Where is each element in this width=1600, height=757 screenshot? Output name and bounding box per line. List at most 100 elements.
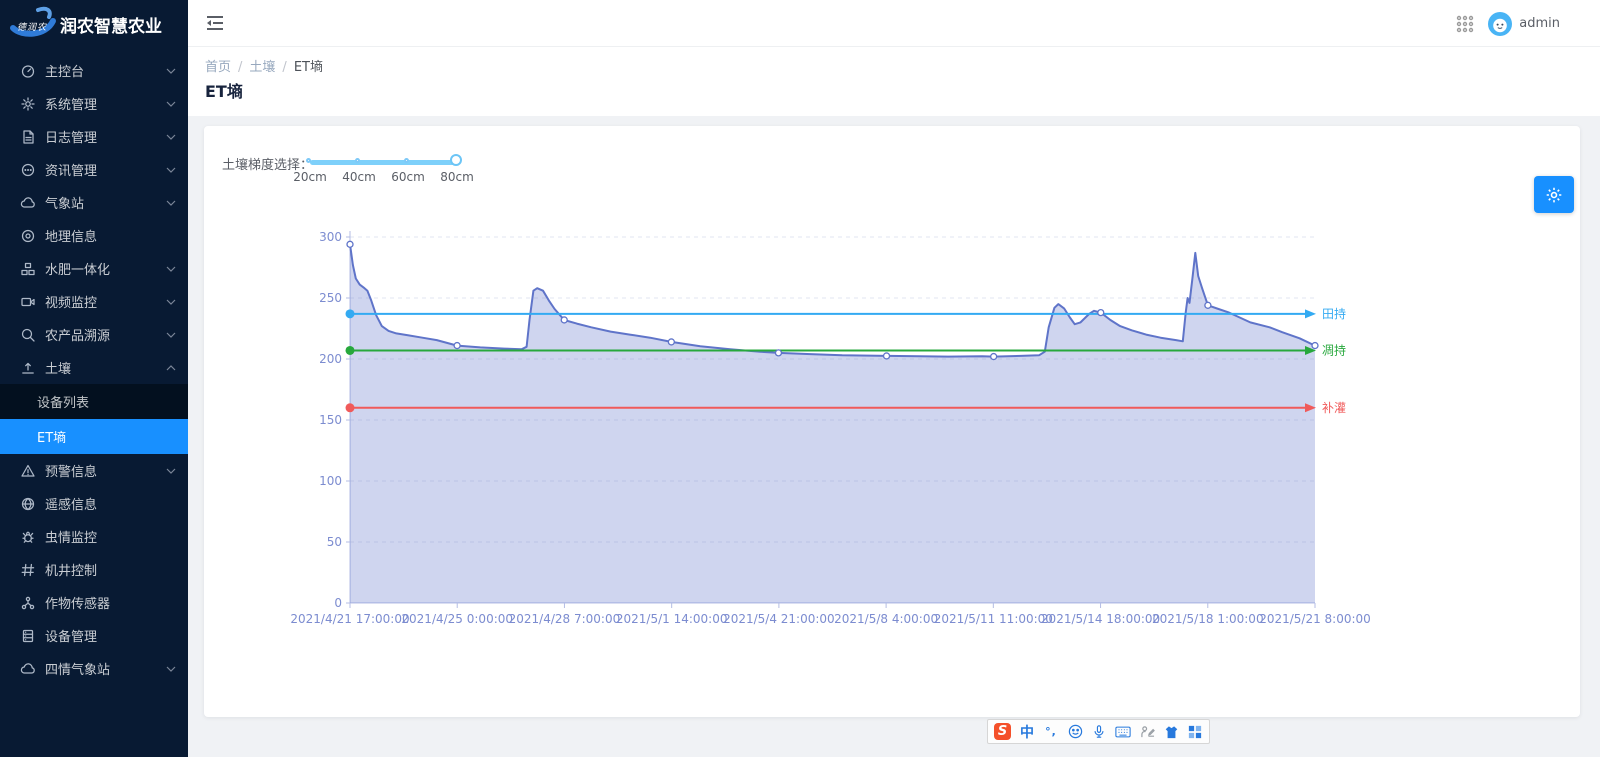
data-point-marker[interactable]	[454, 343, 460, 349]
video-icon	[20, 294, 36, 310]
y-axis-label: 50	[327, 535, 342, 549]
y-axis-label: 200	[319, 352, 342, 366]
data-point-marker[interactable]	[991, 354, 997, 360]
sidebar-item-label: 地理信息	[45, 226, 176, 245]
settings-button[interactable]	[1534, 176, 1574, 213]
handwriting-icon[interactable]	[1139, 724, 1155, 740]
sidebar-item-label: 土壤	[45, 358, 166, 377]
avatar	[1488, 12, 1512, 36]
data-point-marker[interactable]	[1098, 310, 1104, 316]
chevron-down-icon	[166, 666, 176, 672]
sidebar-subitem-et-moisture[interactable]: ET墒	[0, 419, 188, 454]
chinese-mode-icon[interactable]: 中	[1019, 724, 1035, 740]
sidebar-item-geo-info[interactable]: 地理信息	[0, 219, 188, 252]
app-logo[interactable]: 德润农 润农智慧农业	[0, 0, 188, 48]
sidebar-item-label: 资讯管理	[45, 160, 166, 179]
sidebar-item-news-management[interactable]: 资讯管理	[0, 153, 188, 186]
x-axis-label: 2021/5/21 8:00:00	[1259, 612, 1371, 626]
sidebar-subitem-device-list[interactable]: 设备列表	[0, 384, 188, 419]
sensor-icon	[20, 595, 36, 611]
y-axis-label: 0	[334, 596, 342, 610]
breadcrumb-item[interactable]: 土壤	[249, 60, 275, 75]
soil-icon	[20, 360, 36, 376]
chevron-down-icon	[166, 299, 176, 305]
sidebar-submenu-soil: 设备列表ET墒	[0, 384, 188, 454]
breadcrumb: 首页/土壤/ET墒	[205, 56, 323, 75]
cloud-icon	[20, 661, 36, 677]
cloud-icon	[20, 195, 36, 211]
chevron-down-icon	[166, 200, 176, 206]
sidebar-item-label: 视频监控	[45, 292, 166, 311]
sidebar-item-weather-station[interactable]: 气象站	[0, 186, 188, 219]
breadcrumb-item[interactable]: 首页	[205, 60, 231, 75]
sidebar-item-label: 农产品溯源	[45, 325, 166, 344]
breadcrumb-separator: /	[238, 60, 242, 75]
hash-icon	[20, 562, 36, 578]
x-axis-label: 2021/4/21 17:00:00	[290, 612, 409, 626]
chevron-down-icon	[166, 332, 176, 338]
voice-input-icon[interactable]	[1091, 724, 1107, 740]
sidebar-item-video-monitor[interactable]: 视频监控	[0, 285, 188, 318]
device-icon	[20, 628, 36, 644]
et-moisture-chart[interactable]: 0501001502002503002021/4/21 17:00:002021…	[204, 126, 1580, 717]
sidebar-item-siqing-weather-station[interactable]: 四情气象站	[0, 652, 188, 685]
refline-start-dot	[346, 403, 355, 412]
y-axis-label: 250	[319, 291, 342, 305]
skin-icon[interactable]	[1163, 724, 1179, 740]
refline-start-dot	[346, 309, 355, 318]
sidebar-item-log-management[interactable]: 日志管理	[0, 120, 188, 153]
sidebar-item-soil[interactable]: 土壤	[0, 351, 188, 384]
sidebar-item-system-management[interactable]: 系统管理	[0, 87, 188, 120]
soft-keyboard-icon[interactable]	[1115, 724, 1131, 740]
sidebar-item-label: 遥感信息	[45, 494, 176, 513]
sidebar-item-remote-sensing[interactable]: 遥感信息	[0, 487, 188, 520]
gear-icon	[20, 96, 36, 112]
sidebar-item-label: 虫情监控	[45, 527, 176, 546]
content-panel: 土壤梯度选择： 20cm40cm60cm80cm 050100150200250…	[204, 126, 1580, 717]
sidebar-item-crop-sensor[interactable]: 作物传感器	[0, 586, 188, 619]
ime-toolbar: S 中 °,	[987, 719, 1210, 744]
data-point-marker[interactable]	[1205, 302, 1211, 308]
dashboard-icon	[20, 63, 36, 79]
collapse-menu-icon[interactable]	[205, 14, 225, 32]
x-axis-label: 2021/5/4 21:00:00	[723, 612, 835, 626]
sidebar-item-product-trace[interactable]: 农产品溯源	[0, 318, 188, 351]
data-point-marker[interactable]	[668, 339, 674, 345]
sidebar-item-label: 设备管理	[45, 626, 176, 645]
top-header: admin	[188, 0, 1600, 47]
sidebar-item-dashboard[interactable]: 主控台	[0, 54, 188, 87]
data-point-marker[interactable]	[1312, 343, 1318, 349]
bug-icon	[20, 529, 36, 545]
refline-label: 补灌	[1322, 401, 1346, 415]
x-axis-label: 2021/5/18 1:00:00	[1152, 612, 1264, 626]
data-point-marker[interactable]	[347, 241, 353, 247]
user-menu[interactable]: admin	[1488, 12, 1560, 36]
refline-label: 田持	[1322, 306, 1346, 321]
toolbox-icon[interactable]	[1187, 724, 1203, 740]
sidebar-item-label: 日志管理	[45, 127, 166, 146]
sidebar: 德润农 润农智慧农业 主控台系统管理日志管理资讯管理气象站地理信息水肥一体化视频…	[0, 0, 188, 757]
x-axis-label: 2021/4/25 0:00:00	[401, 612, 513, 626]
x-axis-label: 2021/5/11 11:00:00	[934, 612, 1053, 626]
sidebar-item-well-control[interactable]: 机井控制	[0, 553, 188, 586]
logo-mark-text: 德润农	[17, 20, 47, 33]
data-point-marker[interactable]	[561, 317, 567, 323]
sidebar-item-pest-monitor[interactable]: 虫情监控	[0, 520, 188, 553]
search-icon	[20, 327, 36, 343]
apps-grid-icon[interactable]	[1456, 15, 1474, 33]
sidebar-item-alert-info[interactable]: 预警信息	[0, 454, 188, 487]
warning-icon	[20, 463, 36, 479]
data-point-marker[interactable]	[884, 353, 890, 359]
sidebar-item-label: 机井控制	[45, 560, 176, 579]
x-axis-label: 2021/5/8 4:00:00	[834, 612, 938, 626]
chevron-down-icon	[166, 101, 176, 107]
sogou-logo-icon[interactable]: S	[994, 723, 1011, 740]
emoji-icon[interactable]	[1067, 724, 1083, 740]
data-point-marker[interactable]	[775, 350, 781, 356]
brand-title: 润农智慧农业	[60, 12, 162, 37]
punctuation-icon[interactable]: °,	[1043, 724, 1059, 740]
sidebar-item-device-management[interactable]: 设备管理	[0, 619, 188, 652]
chevron-down-icon	[166, 266, 176, 272]
sidebar-item-water-fertilizer[interactable]: 水肥一体化	[0, 252, 188, 285]
chevron-down-icon	[166, 167, 176, 173]
